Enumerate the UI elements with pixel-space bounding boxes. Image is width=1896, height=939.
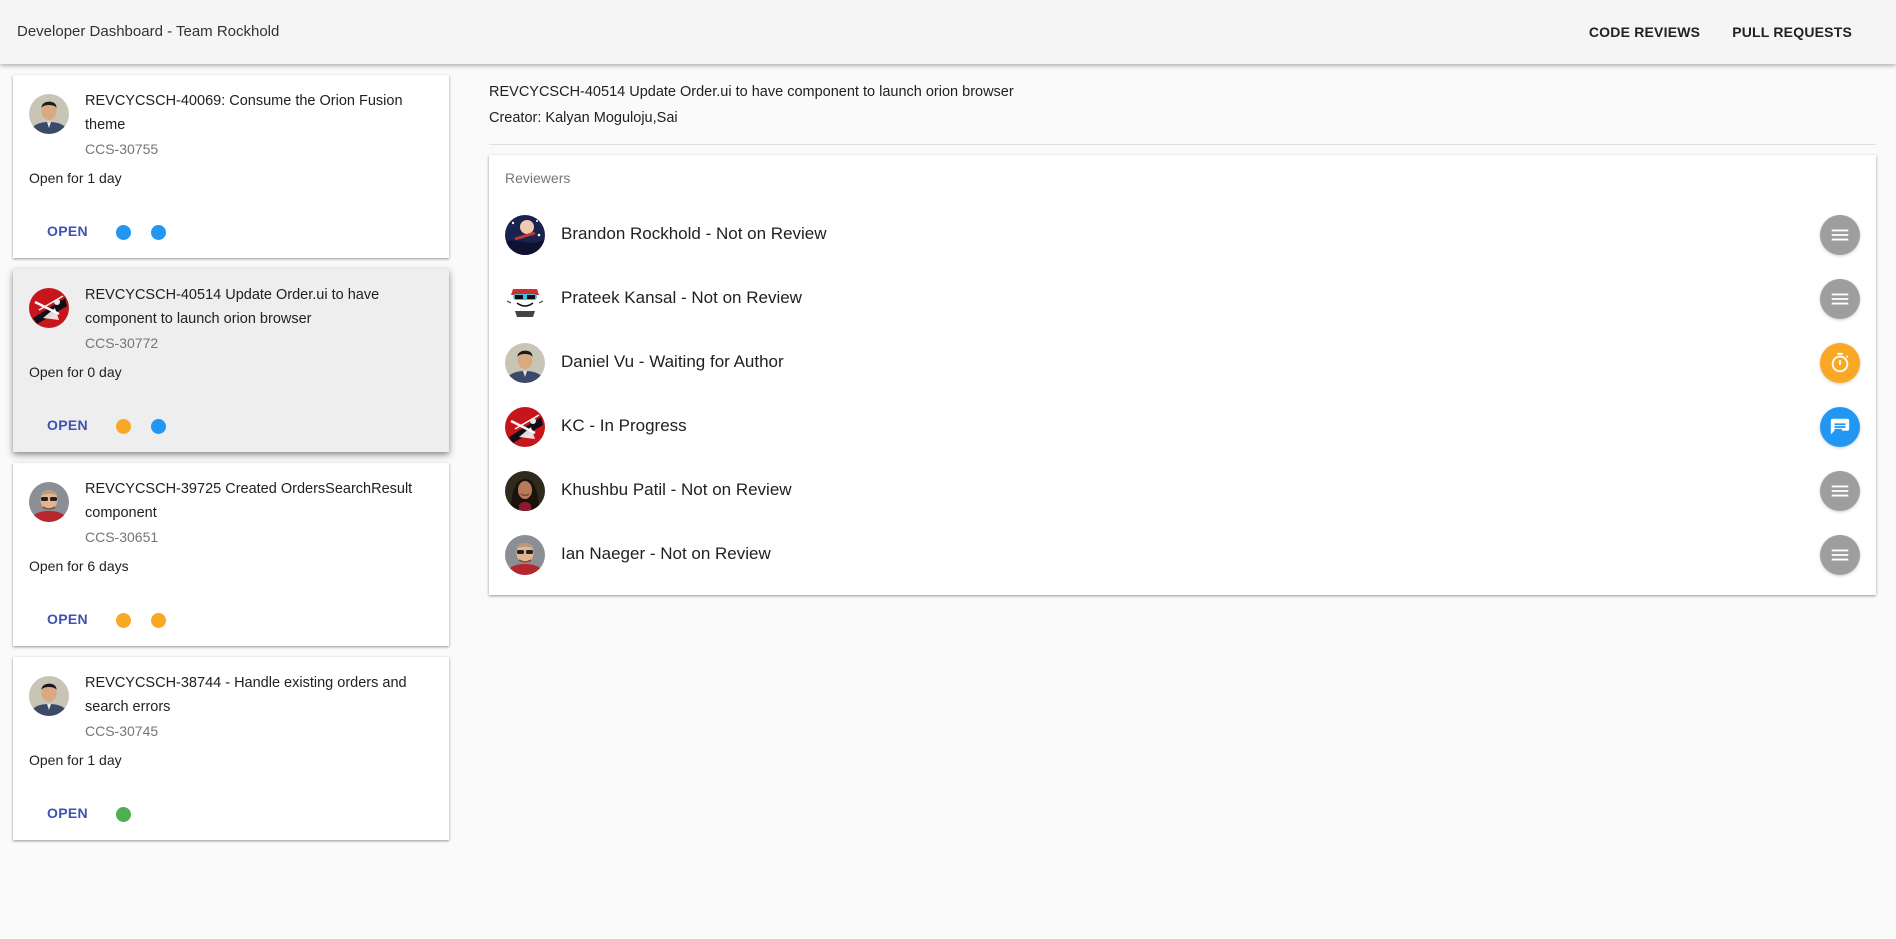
pull-request-title-block: REVCYCSCH-39725 Created OrdersSearchResu… — [85, 477, 435, 549]
reviewer-name: Khushbu Patil - Not on Review — [561, 480, 792, 499]
author-avatar — [29, 482, 69, 522]
reviewer-avatar — [505, 215, 545, 255]
reviewer-name: KC - In Progress — [561, 416, 687, 435]
reviewer-action-button[interactable] — [1820, 471, 1860, 511]
author-avatar — [29, 94, 69, 134]
pull-request-title: REVCYCSCH-40069: Consume the Orion Fusio… — [85, 93, 403, 133]
reviewer-avatar — [505, 279, 545, 319]
comment-icon — [1829, 416, 1851, 438]
pull-request-title: REVCYCSCH-38744 - Handle existing orders… — [85, 675, 407, 715]
author-avatar — [29, 676, 69, 716]
pull-request-card[interactable]: REVCYCSCH-40069: Consume the Orion Fusio… — [13, 75, 449, 258]
app-bar: Developer Dashboard - Team Rockhold CODE… — [0, 0, 1896, 64]
status-button[interactable]: OPEN — [47, 805, 88, 821]
nav-pull-requests-button[interactable]: PULL REQUESTS — [1716, 22, 1868, 42]
reviewer-row: Brandon Rockhold - Not on Review — [489, 203, 1876, 267]
open-duration: Open for 0 day — [29, 364, 122, 380]
reviewers-subheader: Reviewers — [505, 170, 571, 186]
reviewer-name: Brandon Rockhold - Not on Review — [561, 224, 827, 243]
reviewer-row: KC - In Progress — [489, 395, 1876, 459]
pull-request-id: CCS-30651 — [85, 529, 159, 545]
reviewer-avatar — [505, 535, 545, 575]
reviewer-name: Daniel Vu - Waiting for Author — [561, 352, 784, 371]
pull-request-id: CCS-30745 — [85, 723, 159, 739]
reviewer-row: Daniel Vu - Waiting for Author — [489, 331, 1876, 395]
reviewer-action-button[interactable] — [1820, 535, 1860, 575]
reviewers-panel: Reviewers Brandon Rockhold - Not on Revi… — [489, 155, 1876, 595]
review-status-dot — [116, 225, 131, 240]
pull-request-list: REVCYCSCH-40069: Consume the Orion Fusio… — [13, 75, 449, 851]
review-status-dot — [116, 807, 131, 822]
reviewer-avatar — [505, 407, 545, 447]
menu-icon — [1829, 288, 1851, 310]
pull-request-card[interactable]: REVCYCSCH-39725 Created OrdersSearchResu… — [13, 463, 449, 646]
reviewer-row: Khushbu Patil - Not on Review — [489, 459, 1876, 523]
open-duration: Open for 1 day — [29, 170, 122, 186]
menu-icon — [1829, 544, 1851, 566]
reviewer-avatar — [505, 343, 545, 383]
reviewer-row: Prateek Kansal - Not on Review — [489, 267, 1876, 331]
pull-request-card[interactable]: REVCYCSCH-40514 Update Order.ui to have … — [13, 269, 449, 452]
app-title: Developer Dashboard - Team Rockhold — [17, 23, 280, 40]
review-status-dot — [151, 613, 166, 628]
pull-request-id: CCS-30755 — [85, 141, 159, 157]
review-status-dot — [151, 225, 166, 240]
reviewer-action-button[interactable] — [1820, 407, 1860, 447]
review-status-dot — [116, 613, 131, 628]
review-status-dot — [116, 419, 131, 434]
status-button[interactable]: OPEN — [47, 611, 88, 627]
pull-request-title-block: REVCYCSCH-40069: Consume the Orion Fusio… — [85, 89, 435, 161]
reviewer-action-button[interactable] — [1820, 215, 1860, 255]
open-duration: Open for 6 days — [29, 558, 129, 574]
author-avatar — [29, 288, 69, 328]
reviewer-row: Ian Naeger - Not on Review — [489, 523, 1876, 587]
status-button[interactable]: OPEN — [47, 417, 88, 433]
top-nav: CODE REVIEWS PULL REQUESTS — [1573, 22, 1868, 42]
status-button[interactable]: OPEN — [47, 223, 88, 239]
reviewer-name: Prateek Kansal - Not on Review — [561, 288, 802, 307]
divider — [489, 144, 1876, 145]
reviewer-name: Ian Naeger - Not on Review — [561, 544, 771, 563]
review-status-dot — [151, 419, 166, 434]
detail-title: REVCYCSCH-40514 Update Order.ui to have … — [489, 84, 1014, 100]
pull-request-id: CCS-30772 — [85, 335, 159, 351]
reviewer-action-button[interactable] — [1820, 279, 1860, 319]
menu-icon — [1829, 224, 1851, 246]
pull-request-card[interactable]: REVCYCSCH-38744 - Handle existing orders… — [13, 657, 449, 840]
menu-icon — [1829, 480, 1851, 502]
detail-creator: Creator: Kalyan Moguloju,Sai — [489, 110, 678, 126]
open-duration: Open for 1 day — [29, 752, 122, 768]
reviewer-action-button[interactable] — [1820, 343, 1860, 383]
pull-request-title-block: REVCYCSCH-38744 - Handle existing orders… — [85, 671, 435, 743]
reviewer-avatar — [505, 471, 545, 511]
nav-code-reviews-button[interactable]: CODE REVIEWS — [1573, 22, 1716, 42]
pull-request-title: REVCYCSCH-39725 Created OrdersSearchResu… — [85, 481, 413, 521]
pull-request-title-block: REVCYCSCH-40514 Update Order.ui to have … — [85, 283, 435, 355]
pull-request-title: REVCYCSCH-40514 Update Order.ui to have … — [85, 287, 380, 327]
timer-icon — [1829, 352, 1851, 374]
